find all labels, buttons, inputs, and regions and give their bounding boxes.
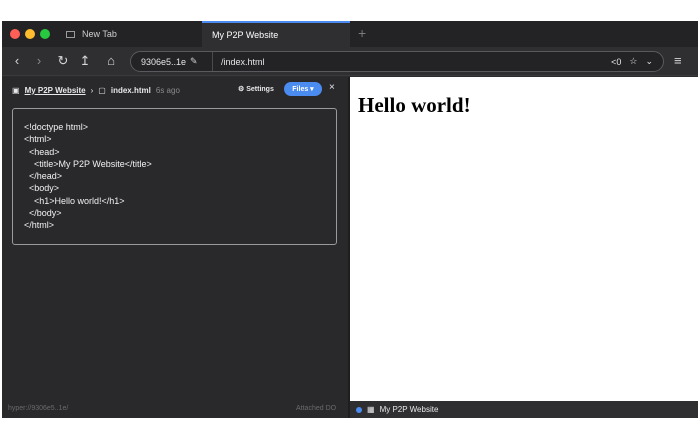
status-attached: Attached DO [296, 405, 337, 412]
code-line: </head> [24, 171, 63, 182]
editor-status-bar: hyper://9306e5..1e/ Attached DO [2, 401, 348, 418]
files-button[interactable]: Files ▾ [284, 82, 322, 96]
code-line: <head> [24, 146, 60, 157]
pencil-icon[interactable]: ✎ [190, 56, 198, 67]
files-label: Files [292, 85, 309, 93]
zoom-window-button[interactable] [40, 29, 50, 39]
peers-count: 0 [616, 56, 622, 67]
code-line: <html> [24, 134, 52, 145]
reload-button[interactable]: ↻ [54, 51, 72, 71]
chevron-down-icon[interactable]: ⌄ [645, 56, 653, 67]
tab-label: New Tab [82, 29, 117, 39]
editor-panel: ▣ My P2P Website › ▢ index.html 6s ago ⚙… [2, 77, 348, 401]
settings-button[interactable]: ⚙ Settings [238, 85, 274, 93]
minimize-window-button[interactable] [25, 29, 35, 39]
code-editor[interactable]: <!doctype html> <html> <head> <title>My … [12, 108, 337, 245]
address-bar-actions: <0 ☆ ⌄ [611, 56, 663, 67]
title-bar: New Tab My P2P Website + [2, 21, 698, 47]
breadcrumb-site-link[interactable]: My P2P Website [25, 86, 86, 95]
settings-label: Settings [246, 86, 274, 93]
browser-window: New Tab My P2P Website + ‹ › ↻ ↥ ⌂ 9306e… [2, 21, 698, 418]
preview-status-bar: ▦ My P2P Website [350, 401, 698, 418]
file-icon: ▢ [98, 85, 106, 95]
star-icon[interactable]: ☆ [629, 56, 637, 67]
gear-icon: ⚙ [238, 86, 247, 93]
drive-icon: ▣ [12, 85, 20, 95]
back-button[interactable]: ‹ [8, 51, 26, 71]
host-segment[interactable]: 9306e5..1e ✎ [131, 52, 213, 71]
new-tab-button[interactable]: + [358, 25, 366, 41]
code-line: </html> [24, 220, 55, 231]
upload-button[interactable]: ↥ [76, 51, 94, 71]
hamburger-menu-button[interactable]: ≡ [674, 53, 688, 68]
page-icon [66, 30, 75, 38]
home-button[interactable]: ⌂ [102, 51, 120, 71]
code-line: <h1>Hello world!</h1> [24, 195, 125, 206]
close-editor-button[interactable]: × [329, 82, 335, 93]
host-label: 9306e5..1e [141, 56, 187, 67]
code-line: <!doctype html> [24, 122, 89, 132]
drive-icon: ▦ [367, 405, 375, 414]
chevron-right-icon: › [90, 85, 94, 95]
close-window-button[interactable] [10, 29, 20, 39]
tab-label: My P2P Website [212, 30, 279, 40]
page-heading: Hello world! [358, 93, 471, 117]
peers-indicator[interactable]: <0 [611, 57, 621, 67]
code-line: <body> [24, 183, 60, 194]
breadcrumb: ▣ My P2P Website › ▢ index.html 6s ago [12, 83, 180, 97]
modified-time: 6s ago [155, 85, 180, 95]
code-line: </body> [24, 208, 62, 219]
code-line: <title>My P2P Website</title> [24, 158, 152, 169]
forward-button[interactable]: › [30, 51, 48, 71]
tab-new-tab[interactable]: New Tab [60, 21, 202, 47]
tab-my-p2p-website[interactable]: My P2P Website [202, 21, 350, 47]
path-input[interactable]: /index.html [213, 57, 611, 67]
status-url: hyper://9306e5..1e/ [8, 405, 69, 412]
preview-site-label: My P2P Website [379, 405, 439, 414]
navigation-bar: ‹ › ↻ ↥ ⌂ 9306e5..1e ✎ /index.html <0 ☆ … [2, 47, 698, 76]
address-bar[interactable]: 9306e5..1e ✎ /index.html <0 ☆ ⌄ [130, 51, 664, 72]
page-preview: Hello world! [350, 77, 698, 401]
breadcrumb-file[interactable]: index.html [111, 86, 151, 95]
status-dot-icon [356, 406, 362, 413]
